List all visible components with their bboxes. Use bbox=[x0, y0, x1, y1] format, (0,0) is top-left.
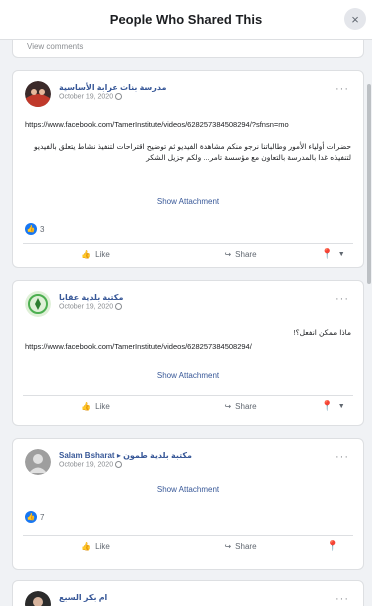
show-attachment-link[interactable]: Show Attachment bbox=[13, 197, 363, 206]
show-attachment-link[interactable]: Show Attachment bbox=[13, 371, 363, 380]
share-arrow-icon: ↪ bbox=[224, 250, 232, 259]
post-author[interactable]: مدرسة بنات عرابة الأساسية bbox=[59, 83, 166, 92]
post-author[interactable]: ام بكر السبع bbox=[59, 593, 107, 602]
share-arrow-icon: ↪ bbox=[224, 402, 232, 411]
post-date: October 19, 2020 bbox=[59, 303, 123, 310]
post-action-bar: 👍 Like ↪ Share 📍 ▼ bbox=[23, 243, 353, 265]
like-button[interactable]: 👍 Like bbox=[23, 250, 168, 259]
reaction-summary[interactable]: 👍 7 bbox=[25, 511, 44, 523]
shares-list[interactable]: View comments مدرسة بنات عرابة الأساسية … bbox=[0, 40, 372, 606]
post-date: October 19, 2020 bbox=[59, 93, 123, 100]
post-url[interactable]: https://www.facebook.com/TamerInstitute/… bbox=[25, 119, 351, 130]
pin-icon: 📍 bbox=[321, 401, 334, 412]
share-button[interactable]: ↪ Share bbox=[168, 402, 313, 411]
avatar[interactable] bbox=[25, 291, 51, 317]
thumbs-up-icon: 👍 bbox=[81, 542, 92, 551]
dialog-title: People Who Shared This bbox=[109, 12, 263, 27]
like-button[interactable]: 👍 Like bbox=[23, 542, 168, 551]
reaction-summary[interactable]: 👍 3 bbox=[25, 223, 44, 235]
post-body: ماذا ممكن انفعل؟! bbox=[293, 328, 351, 337]
post-date: October 19, 2020 bbox=[59, 461, 123, 468]
shared-post-card: مدرسة بنات عرابة الأساسية October 19, 20… bbox=[12, 70, 364, 268]
more-dots-icon[interactable]: ··· bbox=[335, 293, 349, 305]
pin-icon: 📍 bbox=[326, 541, 340, 552]
avatar[interactable] bbox=[25, 81, 51, 107]
post-header: ام بكر السبع ··· bbox=[25, 591, 353, 606]
globe-icon bbox=[115, 93, 123, 100]
globe-icon bbox=[115, 461, 123, 468]
post-author[interactable]: Salam Bsharat ▸ مكتبة بلدية طمون bbox=[59, 451, 192, 460]
view-comments-link[interactable]: View comments bbox=[27, 42, 83, 51]
like-reaction-icon: 👍 bbox=[25, 511, 37, 523]
post-action-bar: 👍 Like ↪ Share 📍 ▼ bbox=[23, 395, 353, 417]
dialog-header: People Who Shared This × bbox=[0, 0, 372, 40]
share-button[interactable]: ↪ Share bbox=[168, 250, 313, 259]
close-icon[interactable]: × bbox=[344, 8, 366, 30]
pin-menu-button[interactable]: 📍 bbox=[313, 541, 353, 552]
shared-post-card: Salam Bsharat ▸ مكتبة بلدية طمون October… bbox=[12, 438, 364, 570]
pin-menu-button[interactable]: 📍 ▼ bbox=[313, 249, 353, 260]
avatar[interactable] bbox=[25, 591, 51, 606]
avatar[interactable] bbox=[25, 449, 51, 475]
thumbs-up-icon: 👍 bbox=[81, 402, 92, 411]
post-author[interactable]: مكتبة بلدية عقابا bbox=[59, 293, 123, 302]
post-body: حضرات أولياء الأمور وطالباتنا نرجو منكم … bbox=[34, 142, 351, 162]
reaction-count: 7 bbox=[40, 512, 45, 522]
like-button[interactable]: 👍 Like bbox=[23, 402, 168, 411]
shared-post-card: مكتبة بلدية عقابا October 19, 2020 ··· م… bbox=[12, 280, 364, 426]
post-header: مدرسة بنات عرابة الأساسية October 19, 20… bbox=[25, 81, 353, 111]
pin-menu-button[interactable]: 📍 ▼ bbox=[313, 401, 353, 412]
share-arrow-icon: ↪ bbox=[224, 542, 232, 551]
scrollbar[interactable] bbox=[367, 84, 371, 284]
like-reaction-icon: 👍 bbox=[25, 223, 37, 235]
previous-post-card: View comments bbox=[12, 40, 364, 58]
more-dots-icon[interactable]: ··· bbox=[335, 451, 349, 463]
post-header: Salam Bsharat ▸ مكتبة بلدية طمون October… bbox=[25, 449, 353, 479]
post-header: مكتبة بلدية عقابا October 19, 2020 ··· bbox=[25, 291, 353, 321]
share-button[interactable]: ↪ Share bbox=[168, 542, 313, 551]
chevron-down-icon: ▼ bbox=[337, 403, 345, 410]
post-action-bar: 👍 Like ↪ Share 📍 bbox=[23, 535, 353, 557]
chevron-down-icon: ▼ bbox=[337, 251, 345, 258]
show-attachment-link[interactable]: Show Attachment bbox=[13, 485, 363, 494]
shared-post-card: ام بكر السبع ··· bbox=[12, 580, 364, 606]
more-dots-icon[interactable]: ··· bbox=[335, 83, 349, 95]
more-dots-icon[interactable]: ··· bbox=[335, 593, 349, 605]
pin-icon: 📍 bbox=[321, 249, 334, 260]
thumbs-up-icon: 👍 bbox=[81, 250, 92, 259]
reaction-count: 3 bbox=[40, 224, 45, 234]
globe-icon bbox=[115, 303, 123, 310]
post-url[interactable]: https://www.facebook.com/TamerInstitute/… bbox=[25, 341, 351, 352]
